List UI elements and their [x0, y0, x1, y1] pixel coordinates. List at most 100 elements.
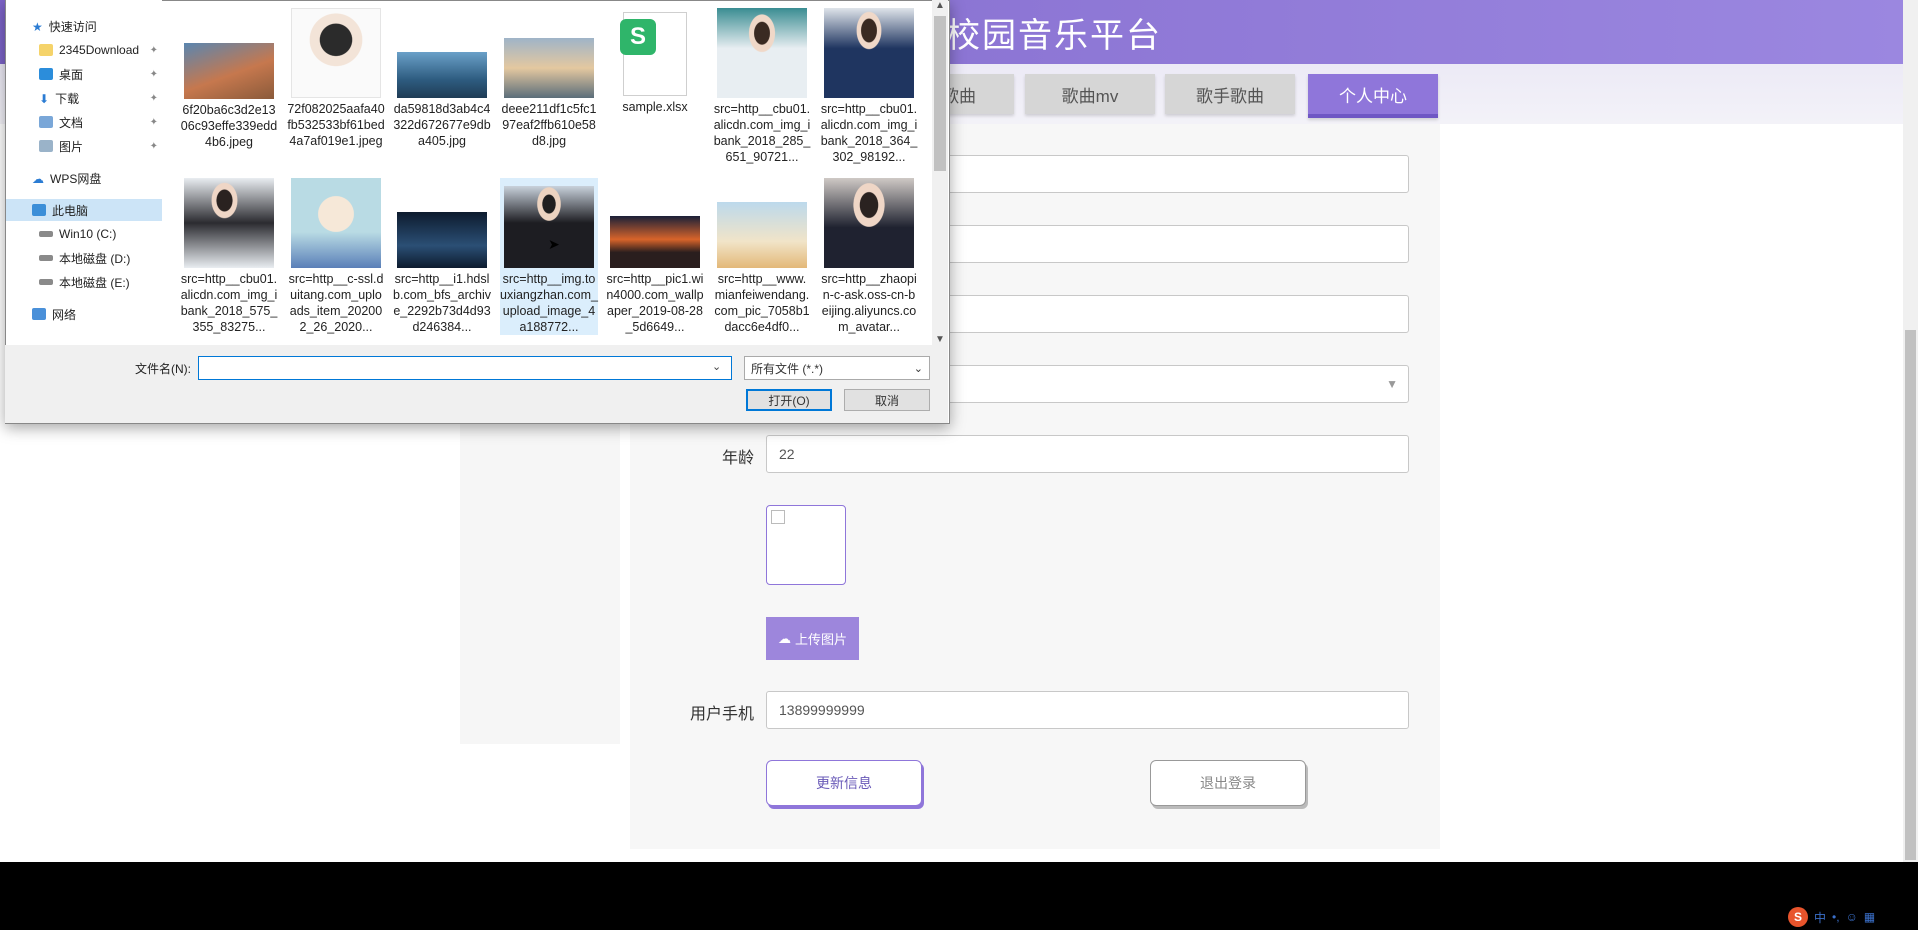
file-name: src=http__zhaopin-c-ask.oss-cn-beijing.a… — [821, 272, 917, 334]
file-item[interactable]: src=http__c-ssl.duitang.com_uploads_item… — [287, 178, 385, 335]
file-name: src=http__cbu01.alicdn.com_img_ibank_201… — [713, 102, 811, 164]
drive-icon — [39, 279, 53, 285]
drive-icon — [39, 231, 53, 237]
update-info-button[interactable]: 更新信息 — [766, 760, 922, 806]
pin-icon: ✦ — [149, 92, 158, 104]
document-icon — [39, 116, 53, 128]
phone-field[interactable]: 13899999999 — [766, 691, 1409, 729]
nav-label: 桌面 — [59, 67, 84, 82]
file-name: src=http__cbu01.alicdn.com_img_ibank_201… — [820, 102, 918, 164]
mouse-cursor-icon: ➤ — [548, 236, 560, 252]
file-thumbnail — [504, 38, 594, 98]
file-thumbnail — [824, 178, 914, 268]
file-thumbnail — [397, 212, 487, 268]
file-thumbnail — [184, 43, 274, 99]
file-name: src=http__cbu01.alicdn.com_img_ibank_201… — [180, 272, 278, 334]
nav-quick-access[interactable]: ★ 快速访问 — [6, 15, 162, 37]
file-thumbnail — [397, 52, 487, 98]
nav-label: 此电脑 — [52, 203, 89, 218]
phone-label: 用户手机 — [689, 706, 754, 723]
dialog-file-list: 6f20ba6c3d2e1306c93effe339edd4b6.jpeg 72… — [180, 0, 930, 345]
file-item[interactable]: S sample.xlsx — [606, 8, 704, 115]
file-item[interactable]: src=http__cbu01.alicdn.com_img_ibank_201… — [820, 8, 918, 165]
file-thumbnail — [184, 178, 274, 268]
nav-drive-d[interactable]: 本地磁盘 (D:) — [6, 247, 162, 269]
file-name: sample.xlsx — [622, 100, 688, 114]
nav-label: 下载 — [55, 91, 80, 106]
file-item[interactable]: 6f20ba6c3d2e1306c93effe339edd4b6.jpeg — [180, 8, 278, 150]
file-item[interactable]: src=http__i1.hdslb.com_bfs_archive_2292b… — [393, 178, 491, 335]
wps-spreadsheet-icon: S — [620, 19, 656, 55]
tab-personal-center[interactable]: 个人中心 — [1308, 74, 1438, 118]
punctuation-icon[interactable]: •, — [1832, 910, 1840, 924]
nav-desktop[interactable]: 桌面 ✦ — [6, 63, 162, 85]
file-item[interactable]: src=http__pic1.win4000.com_wallpaper_201… — [606, 178, 704, 335]
nav-drive-e[interactable]: 本地磁盘 (E:) — [6, 271, 162, 293]
pin-icon: ✦ — [149, 44, 158, 56]
tab-song-mv[interactable]: 歌曲mv — [1025, 74, 1155, 114]
filetype-value: 所有文件 (*.*) — [751, 361, 824, 376]
open-button[interactable]: 打开(O) — [746, 389, 832, 411]
file-name: 72f082025aafa40fb532533bf61bed4a7af019e1… — [287, 102, 385, 148]
file-thumbnail — [717, 202, 807, 268]
file-item[interactable]: 72f082025aafa40fb532533bf61bed4a7af019e1… — [287, 8, 385, 149]
page-title: 校园音乐平台 — [946, 17, 1162, 55]
filename-label: 文件名(N): — [135, 362, 191, 376]
sogou-ime-icon[interactable]: S — [1788, 907, 1808, 927]
chevron-down-icon[interactable]: ▼ — [935, 334, 945, 345]
file-item[interactable]: src=http__cbu01.alicdn.com_img_ibank_201… — [713, 8, 811, 165]
logout-button[interactable]: 退出登录 — [1150, 760, 1306, 806]
nav-drive-c[interactable]: Win10 (C:) — [6, 223, 162, 245]
cancel-button[interactable]: 取消 — [844, 389, 930, 411]
file-item[interactable]: deee211df1c5fc197eaf2ffb610e58d8.jpg — [500, 8, 598, 149]
file-item[interactable]: src=http__cbu01.alicdn.com_img_ibank_201… — [180, 178, 278, 335]
upload-image-button[interactable]: ☁ 上传图片 — [766, 617, 859, 660]
pin-icon: ✦ — [149, 68, 158, 80]
page-scrollbar-thumb[interactable] — [1905, 330, 1916, 860]
emoji-icon[interactable]: ☺ — [1846, 910, 1858, 924]
file-thumbnail — [291, 8, 381, 98]
dialog-navigation-pane: ★ 快速访问 2345Download ✦ 桌面 ✦ ⬇ 下载 ✦ 文档 ✦ 图… — [6, 0, 162, 345]
nav-documents[interactable]: 文档 ✦ — [6, 111, 162, 133]
nav-label: 图片 — [59, 139, 84, 154]
upload-image-label: 上传图片 — [794, 632, 847, 647]
tab-singer-songs[interactable]: 歌手歌曲 — [1165, 74, 1295, 114]
network-icon — [32, 308, 46, 320]
folder-icon — [39, 44, 53, 56]
nav-label: 文档 — [59, 115, 84, 130]
keyboard-icon[interactable]: ▦ — [1864, 910, 1875, 924]
nav-wps-cloud[interactable]: ☁ WPS网盘 — [6, 167, 162, 189]
nav-pictures[interactable]: 图片 ✦ — [6, 135, 162, 157]
nav-this-pc[interactable]: 此电脑 — [6, 199, 162, 221]
filename-history-chevron-icon[interactable]: ⌄ — [712, 360, 721, 373]
file-thumbnail — [291, 178, 381, 268]
broken-image-icon — [771, 510, 785, 524]
star-icon: ★ — [32, 20, 43, 34]
file-item[interactable]: da59818d3ab4c4322d672677e9dba405.jpg — [393, 8, 491, 149]
file-item[interactable]: src=http__www.mianfeiwendang.com_pic_705… — [713, 178, 811, 335]
file-name: deee211df1c5fc197eaf2ffb610e58d8.jpg — [501, 102, 597, 148]
computer-icon — [32, 204, 46, 216]
file-item[interactable]: src=http__img.touxiangzhan.com_upload_im… — [500, 178, 598, 335]
ime-mode-label[interactable]: 中 — [1814, 909, 1826, 926]
file-name: 6f20ba6c3d2e1306c93effe339edd4b6.jpeg — [180, 103, 278, 149]
desktop-icon — [39, 68, 53, 80]
chevron-down-icon: ▼ — [1386, 377, 1398, 391]
file-name: src=http__pic1.win4000.com_wallpaper_201… — [606, 272, 704, 334]
drive-icon — [39, 255, 53, 261]
dialog-scrollbar-thumb[interactable] — [934, 16, 946, 171]
file-thumbnail — [504, 186, 594, 268]
chevron-up-icon[interactable]: ▲ — [935, 0, 945, 11]
file-name: src=http__i1.hdslb.com_bfs_archive_2292b… — [393, 272, 491, 334]
nav-label: 本地磁盘 (D:) — [59, 251, 131, 266]
cloud-upload-icon: ☁ — [777, 630, 791, 646]
pin-icon: ✦ — [149, 140, 158, 152]
nav-label: 网络 — [52, 307, 77, 322]
nav-2345download[interactable]: 2345Download ✦ — [6, 39, 162, 61]
filename-input[interactable] — [198, 356, 732, 380]
age-field[interactable]: 22 — [766, 435, 1409, 473]
nav-downloads[interactable]: ⬇ 下载 ✦ — [6, 87, 162, 109]
file-item[interactable]: src=http__zhaopin-c-ask.oss-cn-beijing.a… — [820, 178, 918, 335]
nav-network[interactable]: 网络 — [6, 303, 162, 325]
filetype-select[interactable]: 所有文件 (*.*) ⌄ — [744, 356, 930, 380]
